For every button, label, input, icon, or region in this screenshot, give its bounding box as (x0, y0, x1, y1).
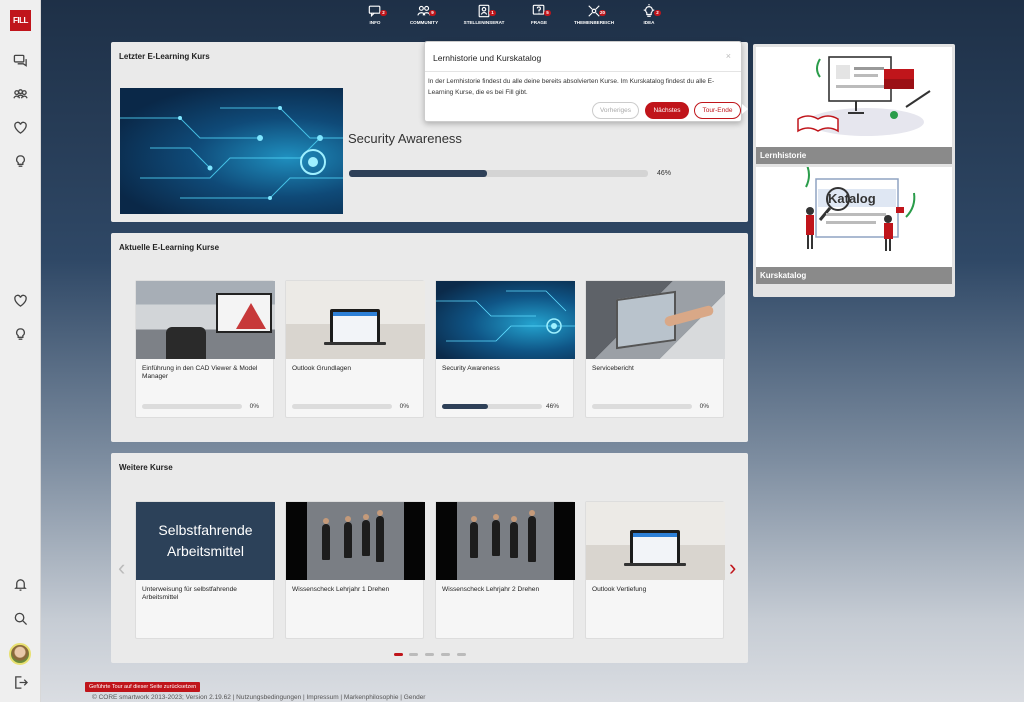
lernhistorie-tile[interactable]: Lernhistorie (756, 47, 952, 164)
chat-icon[interactable] (11, 51, 29, 69)
notification-badge: 2 (380, 10, 387, 16)
tour-body: In der Lernhistorie findest du alle dein… (428, 78, 715, 96)
course-title: Wissenscheck Lehrjahr 1 Drehen (292, 586, 390, 593)
current-courses-panel: Aktuelle E-Learning Kurse Einführung in … (111, 233, 748, 442)
nav-label: FRAGE (530, 20, 548, 25)
course-title[interactable]: Security Awareness (348, 131, 462, 146)
course-thumbnail (436, 281, 575, 359)
tour-popover: Lernhistorie und Kurskatalog × In der Le… (424, 41, 742, 122)
course-title: Wissenscheck Lehrjahr 2 Drehen (442, 586, 540, 593)
course-progress-bar (142, 404, 242, 409)
reset-tour-button[interactable]: Geführte Tour auf dieser Seite zurückset… (85, 682, 201, 692)
course-card[interactable]: Wissenscheck Lehrjahr 1 Drehen (285, 501, 425, 639)
lightbulb-icon[interactable] (11, 152, 29, 170)
course-progress-bar (349, 170, 648, 177)
carousel-prev-button[interactable]: ‹ (118, 555, 125, 581)
course-progress-percent: 46% (545, 403, 559, 410)
course-card[interactable]: Einführung in den CAD Viewer & Model Man… (135, 280, 275, 418)
tour-title: Lernhistorie und Kurskatalog (433, 53, 542, 63)
nav-label: THEMENBEREICH (573, 20, 615, 25)
nav-frage[interactable]: 5 FRAGE (509, 4, 569, 25)
nav-themenbereich[interactable]: 20 THEMENBEREICH (564, 4, 624, 25)
course-card[interactable]: Outlook Vertiefung (585, 501, 725, 639)
lightbulb-icon[interactable] (11, 325, 29, 343)
notification-badge: 1 (489, 10, 496, 16)
heart-icon[interactable] (11, 291, 29, 309)
panel-title: Letzter E-Learning Kurs (119, 52, 210, 61)
search-icon[interactable] (11, 609, 29, 627)
course-thumbnail (286, 502, 425, 580)
course-progress-percent: 46% (657, 170, 672, 177)
notification-badge: 5 (544, 10, 551, 16)
left-sidebar: FILL (0, 0, 41, 702)
history-illustration (797, 56, 931, 136)
carousel-dot-active[interactable] (394, 653, 403, 656)
course-progress-bar (292, 404, 392, 409)
course-progress-percent: 0% (399, 403, 409, 410)
carousel-dot[interactable] (441, 653, 450, 656)
circuit-graphic (120, 106, 343, 200)
panel-title: Weitere Kurse (119, 463, 173, 472)
more-courses-panel: Weitere Kurse ‹ › Selbstfahrende Arbeits… (111, 453, 748, 663)
tile-label: Kurskatalog (756, 267, 952, 284)
nav-label: STELLENINSERAT (463, 20, 505, 25)
course-thumbnail (586, 502, 725, 580)
nav-stelleninserat[interactable]: 1 STELLENINSERAT (454, 4, 514, 25)
notification-badge: 9 (429, 10, 436, 16)
notification-badge: 20 (598, 10, 606, 16)
course-thumbnail: Selbstfahrende Arbeitsmittel (136, 502, 275, 580)
top-navigation: 2 INFO 9 COMMUNITY 1 STELLENINSERAT 5 FR… (0, 4, 1024, 30)
tour-end-button[interactable]: Tour-Ende (694, 102, 741, 119)
close-icon[interactable]: × (726, 51, 731, 61)
learning-tiles-panel: Lernhistorie Katalog Kurskatalog (753, 44, 955, 297)
course-progress-percent: 0% (249, 403, 259, 410)
carousel-dot[interactable] (409, 653, 418, 656)
tile-label: Lernhistorie (756, 147, 952, 164)
thumbnail-text: Selbstfahrende Arbeitsmittel (158, 522, 253, 559)
kurskatalog-tile[interactable]: Katalog Kurskatalog (756, 162, 952, 284)
course-progress-bar (442, 404, 542, 409)
course-thumbnail (586, 281, 725, 359)
course-title: Outlook Vertiefung (592, 586, 647, 593)
course-card[interactable]: Selbstfahrende Arbeitsmittel Unterweisun… (135, 501, 275, 639)
carousel-dot[interactable] (425, 653, 434, 656)
divider (425, 71, 741, 72)
course-title: Einführung in den CAD Viewer & Model Man… (142, 365, 258, 380)
panel-title: Aktuelle E-Learning Kurse (119, 243, 220, 252)
nav-idea[interactable]: 2 IDEA (619, 4, 679, 25)
carousel-dot[interactable] (457, 653, 466, 656)
course-card[interactable]: Security Awareness 46% (435, 280, 575, 418)
nav-community[interactable]: 9 COMMUNITY (394, 4, 454, 25)
course-card[interactable]: Outlook Grundlagen 0% (285, 280, 425, 418)
course-thumbnail (286, 281, 425, 359)
course-title: Unterweisung für selbstfahrende Arbeitsm… (142, 586, 237, 601)
tour-previous-button[interactable]: Vorheriges (592, 102, 639, 119)
course-thumbnail (436, 502, 575, 580)
user-avatar[interactable] (9, 643, 31, 665)
community-icon[interactable] (11, 85, 29, 103)
circuit-graphic (436, 290, 575, 342)
course-thumbnail[interactable] (120, 88, 343, 214)
catalog-word: Katalog (828, 191, 876, 206)
bell-icon[interactable] (11, 575, 29, 593)
heart-icon[interactable] (11, 118, 29, 136)
logout-icon[interactable] (11, 673, 29, 691)
catalog-illustration: Katalog (805, 162, 916, 251)
tour-next-button[interactable]: Nächstes (645, 102, 689, 119)
nav-label: IDEA (643, 20, 655, 25)
course-progress-percent: 0% (699, 403, 709, 410)
course-title: Outlook Grundlagen (292, 365, 352, 372)
course-title: Security Awareness (442, 365, 500, 372)
tour-caret (742, 104, 748, 114)
course-progress-bar (592, 404, 692, 409)
notification-badge: 2 (654, 10, 661, 16)
carousel-next-button[interactable]: › (729, 555, 736, 581)
course-title: Servicebericht (592, 365, 634, 372)
course-thumbnail (136, 281, 275, 359)
course-card[interactable]: Servicebericht 0% (585, 280, 725, 418)
footer-links[interactable]: © CORE smartwork 2013-2023; Version 2.19… (92, 694, 425, 701)
nav-label: COMMUNITY (409, 20, 439, 25)
course-card[interactable]: Wissenscheck Lehrjahr 2 Drehen (435, 501, 575, 639)
